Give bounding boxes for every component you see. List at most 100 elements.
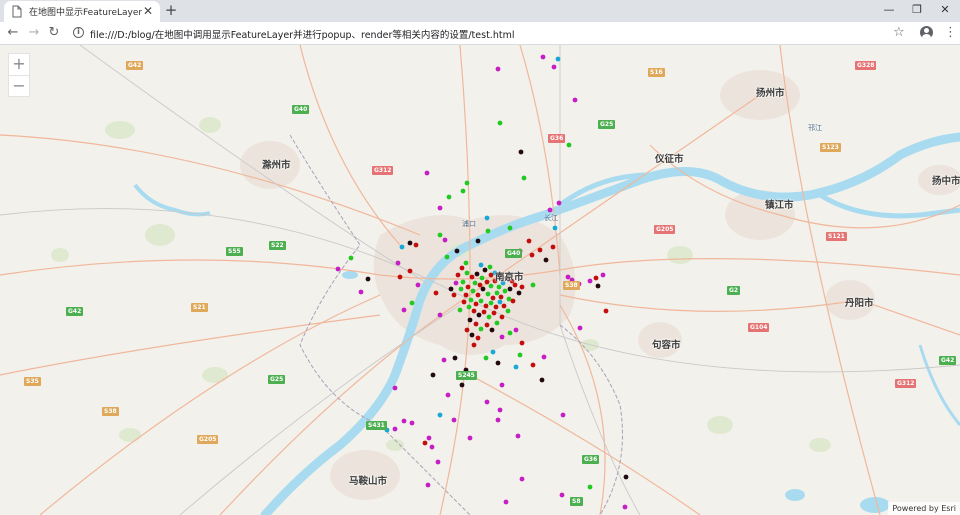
feature-point[interactable] [550, 244, 556, 250]
feature-point[interactable] [464, 327, 470, 333]
feature-point[interactable] [437, 232, 443, 238]
feature-point[interactable] [537, 247, 543, 253]
feature-point[interactable] [484, 322, 490, 328]
feature-point[interactable] [623, 474, 629, 480]
feature-point[interactable] [481, 309, 487, 315]
feature-point[interactable] [459, 265, 465, 271]
feature-point[interactable] [518, 149, 524, 155]
feature-point[interactable] [587, 278, 593, 284]
feature-point[interactable] [458, 286, 464, 292]
feature-point[interactable] [551, 64, 557, 70]
feature-point[interactable] [465, 284, 471, 290]
feature-point[interactable] [560, 412, 566, 418]
feature-point[interactable] [460, 279, 466, 285]
feature-point[interactable] [415, 282, 421, 288]
feature-point[interactable] [399, 244, 405, 250]
feature-point[interactable] [485, 291, 491, 297]
feature-point[interactable] [476, 312, 482, 318]
feature-point[interactable] [464, 180, 470, 186]
feature-point[interactable] [552, 225, 558, 231]
feature-point[interactable] [499, 382, 505, 388]
feature-point[interactable] [622, 504, 628, 510]
feature-point[interactable] [426, 435, 432, 441]
feature-point[interactable] [572, 97, 578, 103]
feature-point[interactable] [530, 362, 536, 368]
feature-point[interactable] [495, 360, 501, 366]
feature-point[interactable] [437, 205, 443, 211]
feature-point[interactable] [392, 385, 398, 391]
feature-point[interactable] [429, 444, 435, 450]
feature-point[interactable] [510, 298, 516, 304]
feature-point[interactable] [507, 286, 513, 292]
feature-point[interactable] [490, 295, 496, 301]
feature-point[interactable] [433, 290, 439, 296]
feature-point[interactable] [505, 308, 511, 314]
feature-point[interactable] [555, 56, 561, 62]
feature-point[interactable] [468, 297, 474, 303]
feature-point[interactable] [495, 66, 501, 72]
feature-point[interactable] [513, 327, 519, 333]
feature-point[interactable] [490, 349, 496, 355]
feature-point[interactable] [475, 292, 481, 298]
feature-point[interactable] [473, 301, 479, 307]
feature-point[interactable] [471, 342, 477, 348]
feature-point[interactable] [526, 238, 532, 244]
feature-point[interactable] [348, 255, 354, 261]
feature-point[interactable] [502, 288, 508, 294]
map-view[interactable]: 扬州市 仪征市 滁州市 镇江市 扬中市 南京市 丹阳市 句容市 马鞍山市 邗江 … [0, 45, 960, 515]
feature-point[interactable] [519, 476, 525, 482]
feature-point[interactable] [516, 290, 522, 296]
feature-point[interactable] [595, 283, 601, 289]
feature-point[interactable] [494, 290, 500, 296]
feature-point[interactable] [503, 499, 509, 505]
feature-point[interactable] [395, 260, 401, 266]
feature-point[interactable] [498, 294, 504, 300]
feature-point[interactable] [513, 364, 519, 370]
feature-point[interactable] [515, 433, 521, 439]
feature-point[interactable] [565, 274, 571, 280]
feature-point[interactable] [480, 286, 486, 292]
feature-point[interactable] [530, 282, 536, 288]
feature-point[interactable] [484, 399, 490, 405]
feature-point[interactable] [452, 355, 458, 361]
feature-point[interactable] [603, 308, 609, 314]
feature-point[interactable] [424, 170, 430, 176]
feature-point[interactable] [448, 286, 454, 292]
feature-point[interactable] [466, 304, 472, 310]
feature-point[interactable] [541, 354, 547, 360]
feature-point[interactable] [483, 355, 489, 361]
feature-point[interactable] [407, 268, 413, 274]
feature-point[interactable] [556, 200, 562, 206]
feature-point[interactable] [517, 352, 523, 358]
feature-point[interactable] [539, 377, 545, 383]
back-button[interactable]: ← [5, 25, 21, 41]
feature-point[interactable] [413, 242, 419, 248]
feature-point[interactable] [566, 142, 572, 148]
feature-point[interactable] [486, 314, 492, 320]
feature-point[interactable] [587, 484, 593, 490]
feature-point[interactable] [475, 238, 481, 244]
feature-point[interactable] [507, 225, 513, 231]
feature-point[interactable] [455, 272, 461, 278]
feature-point[interactable] [459, 382, 465, 388]
zoom-in-button[interactable]: + [9, 54, 29, 75]
feature-point[interactable] [441, 357, 447, 363]
feature-point[interactable] [430, 372, 436, 378]
feature-point[interactable] [469, 332, 475, 338]
feature-point[interactable] [442, 237, 448, 243]
feature-point[interactable] [463, 260, 469, 266]
feature-point[interactable] [422, 440, 428, 446]
feature-point[interactable] [457, 307, 463, 313]
feature-point[interactable] [478, 298, 484, 304]
feature-point[interactable] [444, 254, 450, 260]
feature-point[interactable] [495, 417, 501, 423]
feature-point[interactable] [497, 407, 503, 413]
reload-button[interactable]: ↻ [46, 25, 62, 41]
feature-point[interactable] [437, 312, 443, 318]
info-icon[interactable]: i [73, 27, 84, 38]
feature-point[interactable] [519, 284, 525, 290]
feature-point[interactable] [496, 284, 502, 290]
feature-point[interactable] [473, 321, 479, 327]
feature-point[interactable] [559, 492, 565, 498]
feature-point[interactable] [487, 264, 493, 270]
